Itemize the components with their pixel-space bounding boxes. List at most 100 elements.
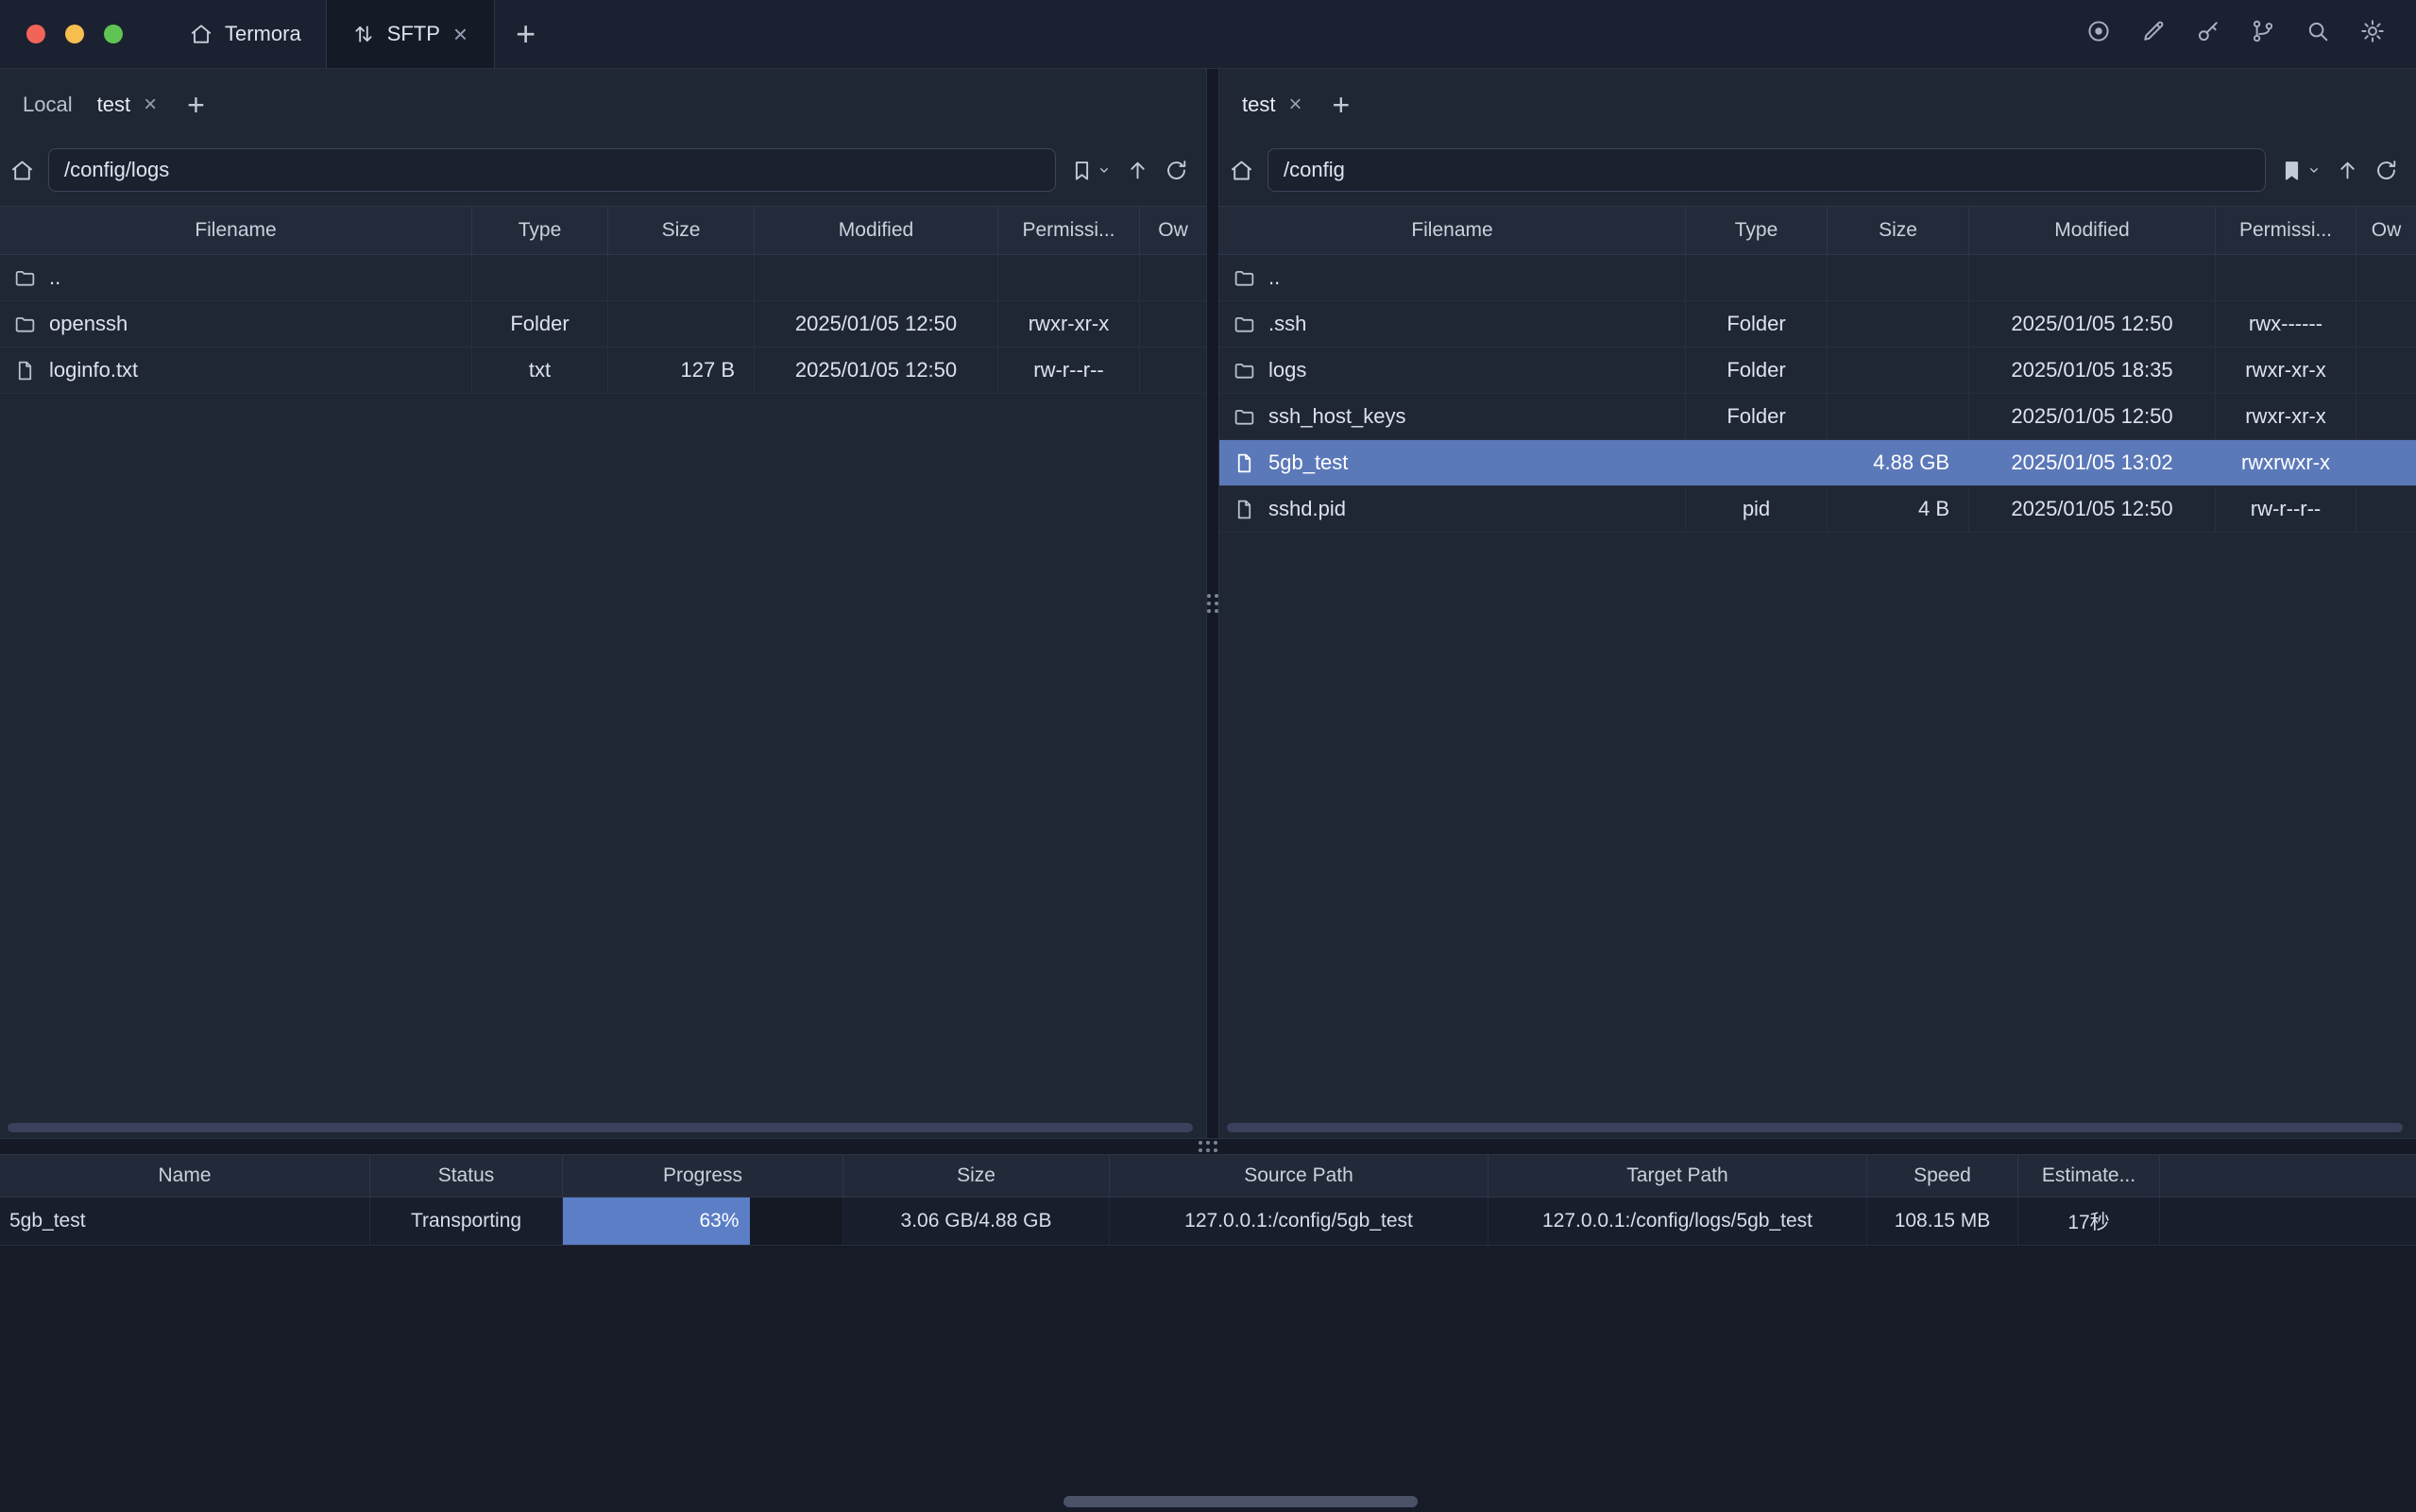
scrollbar-thumb[interactable] (8, 1123, 1193, 1132)
column-header-type[interactable]: Type (472, 207, 608, 254)
file-row[interactable]: loginfo.txttxt127 B2025/01/05 12:50rw-r-… (0, 348, 1206, 394)
column-header-speed[interactable]: Speed (1867, 1155, 2018, 1197)
bookmark-icon[interactable] (2279, 158, 2305, 183)
file-row[interactable]: ssh_host_keysFolder2025/01/05 12:50rwxr-… (1219, 394, 2416, 440)
file-type-cell: Folder (1686, 301, 1828, 347)
record-icon[interactable] (2085, 18, 2112, 50)
column-header-size[interactable]: Size (843, 1155, 1110, 1197)
tab-termora[interactable]: Termora (164, 0, 326, 68)
file-name-cell: sshd.pid (1219, 486, 1686, 532)
horizontal-scrollbar[interactable] (1063, 1496, 1418, 1507)
new-pane-tab-button[interactable]: + (1328, 90, 1353, 120)
file-row[interactable]: .. (1219, 255, 2416, 301)
zoom-window-button[interactable] (104, 25, 123, 43)
file-owner-cell (2356, 301, 2416, 347)
column-header-status[interactable]: Status (370, 1155, 563, 1197)
refresh-button[interactable] (2373, 158, 2399, 183)
settings-icon[interactable] (2359, 18, 2386, 50)
file-icon (13, 359, 37, 382)
file-modified-cell (1969, 255, 2216, 300)
parent-directory-button[interactable] (1125, 158, 1150, 183)
path-input[interactable] (1268, 148, 2266, 192)
close-icon[interactable]: × (142, 93, 159, 116)
close-icon[interactable]: × (451, 22, 469, 46)
tab-local[interactable]: Local (23, 93, 73, 117)
column-header-target-path[interactable]: Target Path (1489, 1155, 1867, 1197)
column-header-modified[interactable]: Modified (755, 207, 998, 254)
file-browser-split: Local test × + (0, 69, 2416, 1138)
tab-test-left-label: test (97, 93, 130, 117)
column-header-filename[interactable]: Filename (0, 207, 472, 254)
file-owner-cell (2356, 255, 2416, 300)
new-window-tab-button[interactable]: + (506, 17, 545, 51)
horizontal-scrollbar[interactable] (1227, 1123, 2403, 1132)
file-permissions-cell: rwxr-xr-x (998, 301, 1140, 347)
file-type-cell (1686, 440, 1828, 485)
scrollbar-thumb[interactable] (1227, 1123, 2403, 1132)
column-header-source-path[interactable]: Source Path (1110, 1155, 1489, 1197)
search-icon[interactable] (2305, 18, 2331, 50)
key-icon[interactable] (2195, 18, 2221, 50)
bookmark-icon[interactable] (1069, 158, 1095, 183)
column-header-estimate-[interactable]: Estimate... (2018, 1155, 2160, 1197)
path-input[interactable] (48, 148, 1056, 192)
transfer-source-cell: 127.0.0.1:/config/5gb_test (1110, 1198, 1489, 1245)
close-window-button[interactable] (26, 25, 45, 43)
bookmark-dropdown-caret[interactable] (2306, 162, 2322, 178)
file-name: .. (49, 265, 60, 290)
file-owner-cell (1140, 348, 1206, 393)
close-icon[interactable]: × (1286, 93, 1303, 116)
column-header-ow[interactable]: Ow (2356, 207, 2416, 254)
progress-bar: 63% (563, 1198, 750, 1245)
tab-termora-label: Termora (225, 22, 301, 46)
file-type-cell (472, 255, 608, 300)
transfer-status-cell: Transporting (370, 1198, 563, 1245)
panel-splitter[interactable] (0, 1138, 2416, 1155)
column-header-size[interactable]: Size (1828, 207, 1969, 254)
file-row[interactable]: sshd.pidpid4 B2025/01/05 12:50rw-r--r-- (1219, 486, 2416, 533)
file-name-cell: 5gb_test (1219, 440, 1686, 485)
horizontal-scrollbar[interactable] (8, 1123, 1193, 1132)
tab-test-right[interactable]: test × (1242, 93, 1303, 117)
transfer-arrows-icon (351, 22, 376, 46)
file-row[interactable]: .sshFolder2025/01/05 12:50rwx------ (1219, 301, 2416, 348)
parent-directory-button[interactable] (2335, 158, 2360, 183)
column-header-permissi-[interactable]: Permissi... (998, 207, 1140, 254)
minimize-window-button[interactable] (65, 25, 84, 43)
column-header-size[interactable]: Size (608, 207, 755, 254)
edit-icon[interactable] (2140, 18, 2167, 50)
transfer-panel: NameStatusProgressSizeSource PathTarget … (0, 1155, 2416, 1512)
new-pane-tab-button[interactable]: + (183, 90, 209, 120)
home-button[interactable] (1229, 158, 1254, 183)
column-header-permissi-[interactable]: Permissi... (2216, 207, 2356, 254)
column-header-progress[interactable]: Progress (563, 1155, 843, 1197)
transfer-row[interactable]: 5gb_testTransporting63%3.06 GB/4.88 GB12… (0, 1198, 2416, 1246)
home-button[interactable] (9, 158, 35, 183)
column-header-modified[interactable]: Modified (1969, 207, 2216, 254)
column-header-filename[interactable]: Filename (1219, 207, 1686, 254)
bookmark-dropdown-caret[interactable] (1097, 162, 1112, 178)
column-header-ow[interactable]: Ow (1140, 207, 1206, 254)
file-type-cell: Folder (1686, 348, 1828, 393)
file-owner-cell (2356, 394, 2416, 439)
tab-test-left[interactable]: test × (97, 93, 159, 117)
column-header-name[interactable]: Name (0, 1155, 370, 1197)
scrollbar-thumb[interactable] (1063, 1496, 1418, 1507)
file-row[interactable]: .. (0, 255, 1206, 301)
file-name: ssh_host_keys (1268, 404, 1406, 429)
file-name-cell: logs (1219, 348, 1686, 393)
file-row[interactable]: 5gb_test4.88 GB2025/01/05 13:02rwxrwxr-x (1219, 440, 2416, 486)
file-name: .ssh (1268, 312, 1306, 336)
tab-sftp[interactable]: SFTP × (326, 0, 495, 68)
transfer-name-cell: 5gb_test (0, 1198, 370, 1245)
branch-icon[interactable] (2250, 18, 2276, 50)
column-header-type[interactable]: Type (1686, 207, 1828, 254)
file-row[interactable]: opensshFolder2025/01/05 12:50rwxr-xr-x (0, 301, 1206, 348)
file-permissions-cell: rwxr-xr-x (2216, 348, 2356, 393)
file-table-header: FilenameTypeSizeModifiedPermissi...Ow (0, 206, 1206, 255)
pane-splitter[interactable] (1206, 69, 1219, 1138)
file-type-cell: Folder (1686, 394, 1828, 439)
file-permissions-cell: rw-r--r-- (2216, 486, 2356, 532)
file-row[interactable]: logsFolder2025/01/05 18:35rwxr-xr-x (1219, 348, 2416, 394)
refresh-button[interactable] (1164, 158, 1189, 183)
